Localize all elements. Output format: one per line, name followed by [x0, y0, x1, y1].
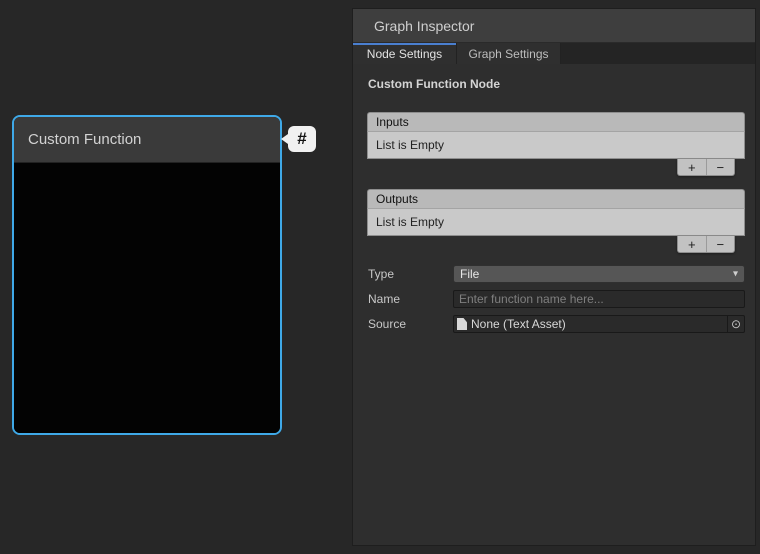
type-dropdown-value: File: [460, 267, 479, 281]
outputs-remove-button[interactable]: −: [706, 236, 735, 252]
tab-node-settings-label: Node Settings: [367, 47, 442, 61]
source-label: Source: [368, 317, 453, 331]
name-control: [453, 290, 745, 308]
custom-function-node[interactable]: Custom Function: [12, 115, 282, 435]
inputs-list-title: Inputs: [376, 115, 409, 129]
node-body: [14, 163, 280, 433]
inspector-header: Graph Inspector: [353, 9, 755, 43]
inputs-list-empty-row: List is Empty: [367, 132, 745, 159]
type-row: Type File ▾: [368, 265, 745, 283]
source-object-field[interactable]: None (Text Asset) ⊙: [453, 315, 745, 333]
chevron-down-icon: ▾: [733, 269, 738, 280]
type-dropdown[interactable]: File ▾: [453, 265, 745, 283]
object-picker-glyph: ⊙: [731, 317, 741, 331]
inputs-list: Inputs List is Empty + −: [367, 112, 745, 176]
tab-graph-settings[interactable]: Graph Settings: [457, 43, 561, 64]
text-asset-icon: [457, 318, 467, 330]
node-settings-form: Type File ▾ Name Source None (Text Asset…: [368, 265, 745, 333]
outputs-list-header: Outputs: [367, 189, 745, 209]
inputs-list-empty-text: List is Empty: [376, 138, 444, 152]
node-title: Custom Function: [28, 131, 141, 148]
outputs-list-controls: + −: [677, 236, 735, 253]
tab-node-settings[interactable]: Node Settings: [353, 43, 457, 64]
inputs-remove-button[interactable]: −: [706, 159, 735, 175]
inputs-list-footer: + −: [367, 159, 745, 176]
inspector-title: Graph Inspector: [374, 18, 474, 34]
outputs-list-empty-row: List is Empty: [367, 209, 745, 236]
outputs-list-footer: + −: [367, 236, 745, 253]
object-picker-icon[interactable]: ⊙: [727, 316, 744, 332]
inputs-list-header: Inputs: [367, 112, 745, 132]
graph-inspector-panel: Graph Inspector Node Settings Graph Sett…: [352, 8, 756, 546]
inspector-tabbar: Node Settings Graph Settings: [353, 43, 755, 64]
outputs-add-button[interactable]: +: [678, 236, 706, 252]
function-name-input[interactable]: [453, 290, 745, 308]
hash-badge[interactable]: #: [288, 126, 316, 152]
name-label: Name: [368, 292, 453, 306]
node-header[interactable]: Custom Function: [14, 117, 280, 163]
outputs-list-empty-text: List is Empty: [376, 215, 444, 229]
inputs-list-controls: + −: [677, 159, 735, 176]
section-title: Custom Function Node: [368, 77, 755, 91]
inputs-add-button[interactable]: +: [678, 159, 706, 175]
source-object-value: None (Text Asset): [471, 317, 566, 331]
source-row: Source None (Text Asset) ⊙: [368, 315, 745, 333]
outputs-list: Outputs List is Empty + −: [367, 189, 745, 253]
outputs-list-title: Outputs: [376, 192, 418, 206]
name-row: Name: [368, 290, 745, 308]
hash-badge-label: #: [297, 129, 306, 149]
tab-graph-settings-label: Graph Settings: [468, 47, 548, 61]
type-label: Type: [368, 267, 453, 281]
